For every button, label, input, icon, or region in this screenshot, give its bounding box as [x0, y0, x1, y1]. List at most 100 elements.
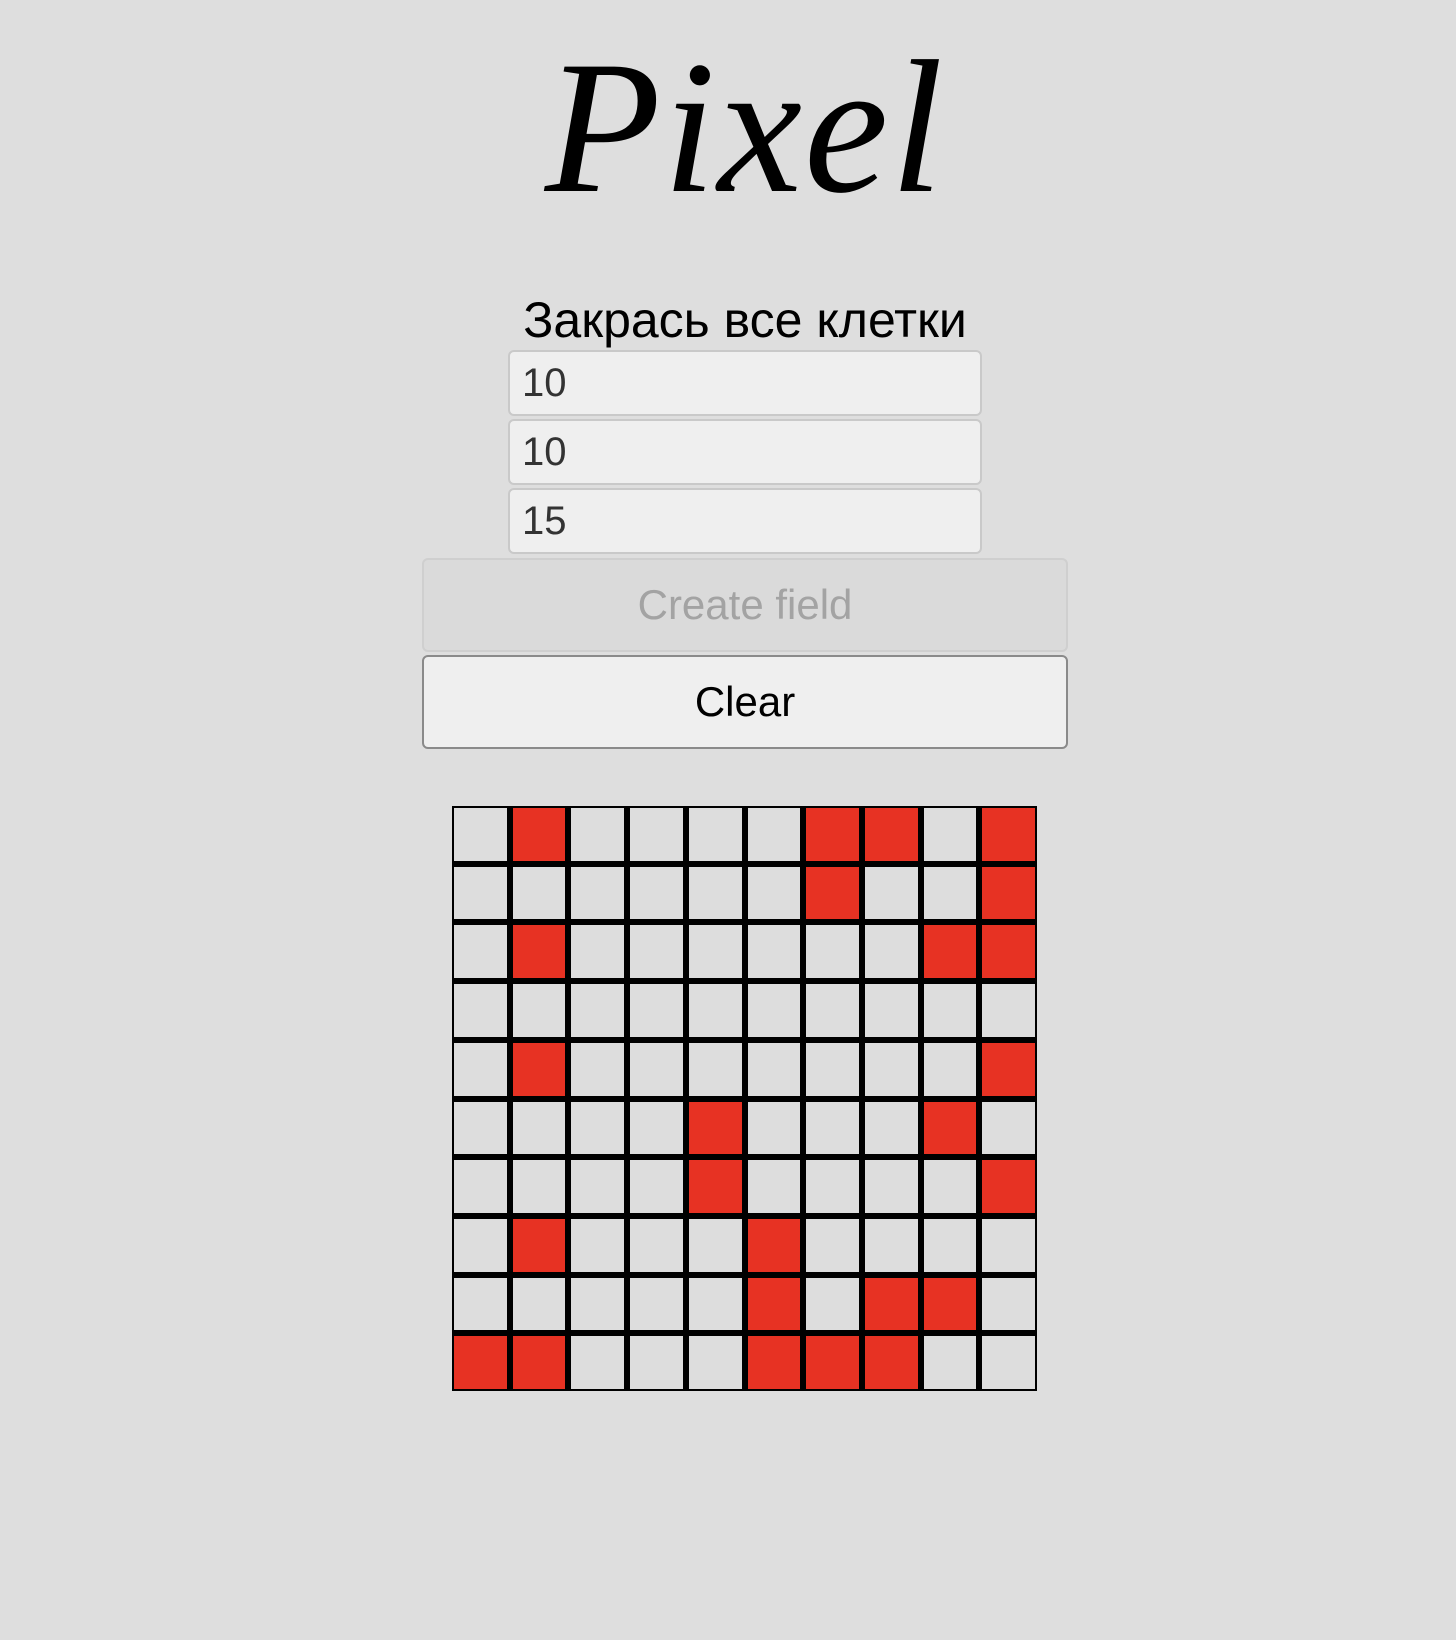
width-input[interactable]: [508, 350, 982, 416]
grid-cell-empty[interactable]: [864, 866, 918, 920]
clear-button[interactable]: Clear: [422, 655, 1068, 749]
grid-cell-empty[interactable]: [688, 1218, 742, 1272]
grid-cell-empty[interactable]: [512, 984, 566, 1037]
grid-cell-empty[interactable]: [923, 866, 977, 920]
grid-cell-empty[interactable]: [688, 925, 742, 979]
grid-cell-filled[interactable]: [747, 1336, 801, 1389]
grid-cell-empty[interactable]: [864, 984, 918, 1037]
grid-cell-empty[interactable]: [512, 1101, 566, 1155]
grid-cell-filled[interactable]: [747, 1277, 801, 1331]
grid-cell-empty[interactable]: [630, 1101, 683, 1155]
grid-cell-empty[interactable]: [982, 1101, 1035, 1155]
grid-cell-filled[interactable]: [923, 925, 977, 979]
grid-cell-empty[interactable]: [982, 984, 1035, 1037]
height-input[interactable]: [508, 419, 982, 485]
grid-cell-empty[interactable]: [688, 984, 742, 1037]
grid-cell-empty[interactable]: [454, 925, 507, 979]
grid-cell-empty[interactable]: [630, 984, 683, 1037]
grid-cell-empty[interactable]: [747, 866, 801, 920]
grid-cell-empty[interactable]: [571, 1160, 625, 1213]
grid-cell-empty[interactable]: [512, 866, 566, 920]
grid-cell-filled[interactable]: [806, 1336, 859, 1389]
grid-cell-empty[interactable]: [454, 1218, 507, 1272]
grid-cell-filled[interactable]: [512, 808, 566, 861]
grid-cell-empty[interactable]: [512, 1160, 566, 1213]
grid-cell-empty[interactable]: [864, 1218, 918, 1272]
grid-cell-empty[interactable]: [806, 1218, 859, 1272]
grid-cell-filled[interactable]: [688, 1101, 742, 1155]
grid-cell-empty[interactable]: [864, 1160, 918, 1213]
grid-cell-empty[interactable]: [747, 808, 801, 861]
grid-cell-empty[interactable]: [630, 1160, 683, 1213]
grid-cell-empty[interactable]: [747, 1160, 801, 1213]
grid-cell-empty[interactable]: [923, 984, 977, 1037]
grid-cell-filled[interactable]: [512, 1042, 566, 1096]
grid-cell-empty[interactable]: [747, 984, 801, 1037]
grid-cell-empty[interactable]: [688, 866, 742, 920]
grid-cell-empty[interactable]: [688, 1277, 742, 1331]
grid-cell-empty[interactable]: [806, 984, 859, 1037]
grid-cell-filled[interactable]: [806, 808, 859, 861]
grid-cell-filled[interactable]: [454, 1336, 507, 1389]
grid-cell-empty[interactable]: [571, 925, 625, 979]
grid-cell-filled[interactable]: [512, 925, 566, 979]
grid-cell-empty[interactable]: [630, 1277, 683, 1331]
grid-cell-empty[interactable]: [923, 808, 977, 861]
grid-cell-empty[interactable]: [864, 1101, 918, 1155]
grid-cell-empty[interactable]: [923, 1042, 977, 1096]
grid-cell-empty[interactable]: [806, 1277, 859, 1331]
grid-cell-empty[interactable]: [806, 1042, 859, 1096]
count-input[interactable]: [508, 488, 982, 554]
grid-cell-empty[interactable]: [688, 1336, 742, 1389]
grid-cell-empty[interactable]: [688, 1042, 742, 1096]
grid-cell-empty[interactable]: [630, 1218, 683, 1272]
grid-cell-empty[interactable]: [806, 1101, 859, 1155]
grid-cell-empty[interactable]: [571, 1277, 625, 1331]
grid-cell-empty[interactable]: [747, 1101, 801, 1155]
grid-cell-empty[interactable]: [454, 808, 507, 861]
grid-cell-empty[interactable]: [630, 925, 683, 979]
grid-cell-empty[interactable]: [864, 925, 918, 979]
grid-cell-filled[interactable]: [806, 866, 859, 920]
grid-cell-empty[interactable]: [454, 1042, 507, 1096]
grid-cell-empty[interactable]: [630, 1336, 683, 1389]
grid-cell-empty[interactable]: [454, 984, 507, 1037]
grid-cell-empty[interactable]: [454, 866, 507, 920]
grid-cell-empty[interactable]: [571, 1218, 625, 1272]
grid-cell-filled[interactable]: [864, 1277, 918, 1331]
grid-cell-filled[interactable]: [747, 1218, 801, 1272]
grid-cell-filled[interactable]: [982, 1160, 1035, 1213]
grid-cell-filled[interactable]: [982, 925, 1035, 979]
grid-cell-empty[interactable]: [630, 866, 683, 920]
grid-cell-empty[interactable]: [982, 1336, 1035, 1389]
grid-cell-filled[interactable]: [923, 1101, 977, 1155]
grid-cell-empty[interactable]: [982, 1277, 1035, 1331]
grid-cell-empty[interactable]: [630, 1042, 683, 1096]
grid-cell-filled[interactable]: [864, 808, 918, 861]
create-field-button[interactable]: Create field: [422, 558, 1068, 652]
grid-cell-empty[interactable]: [630, 808, 683, 861]
grid-cell-empty[interactable]: [454, 1101, 507, 1155]
grid-cell-empty[interactable]: [747, 1042, 801, 1096]
grid-cell-empty[interactable]: [864, 1042, 918, 1096]
grid-cell-empty[interactable]: [571, 1336, 625, 1389]
grid-cell-empty[interactable]: [512, 1277, 566, 1331]
grid-cell-empty[interactable]: [454, 1160, 507, 1213]
grid-cell-empty[interactable]: [923, 1218, 977, 1272]
grid-cell-empty[interactable]: [571, 808, 625, 861]
grid-cell-empty[interactable]: [923, 1336, 977, 1389]
grid-cell-empty[interactable]: [806, 925, 859, 979]
grid-cell-filled[interactable]: [982, 1042, 1035, 1096]
grid-cell-empty[interactable]: [454, 1277, 507, 1331]
grid-cell-filled[interactable]: [982, 866, 1035, 920]
grid-cell-empty[interactable]: [982, 1218, 1035, 1272]
grid-cell-empty[interactable]: [747, 925, 801, 979]
grid-cell-filled[interactable]: [864, 1336, 918, 1389]
grid-cell-empty[interactable]: [923, 1160, 977, 1213]
grid-cell-empty[interactable]: [806, 1160, 859, 1213]
grid-cell-filled[interactable]: [688, 1160, 742, 1213]
grid-cell-empty[interactable]: [571, 1101, 625, 1155]
grid-cell-filled[interactable]: [982, 808, 1035, 861]
grid-cell-filled[interactable]: [512, 1218, 566, 1272]
grid-cell-filled[interactable]: [512, 1336, 566, 1389]
